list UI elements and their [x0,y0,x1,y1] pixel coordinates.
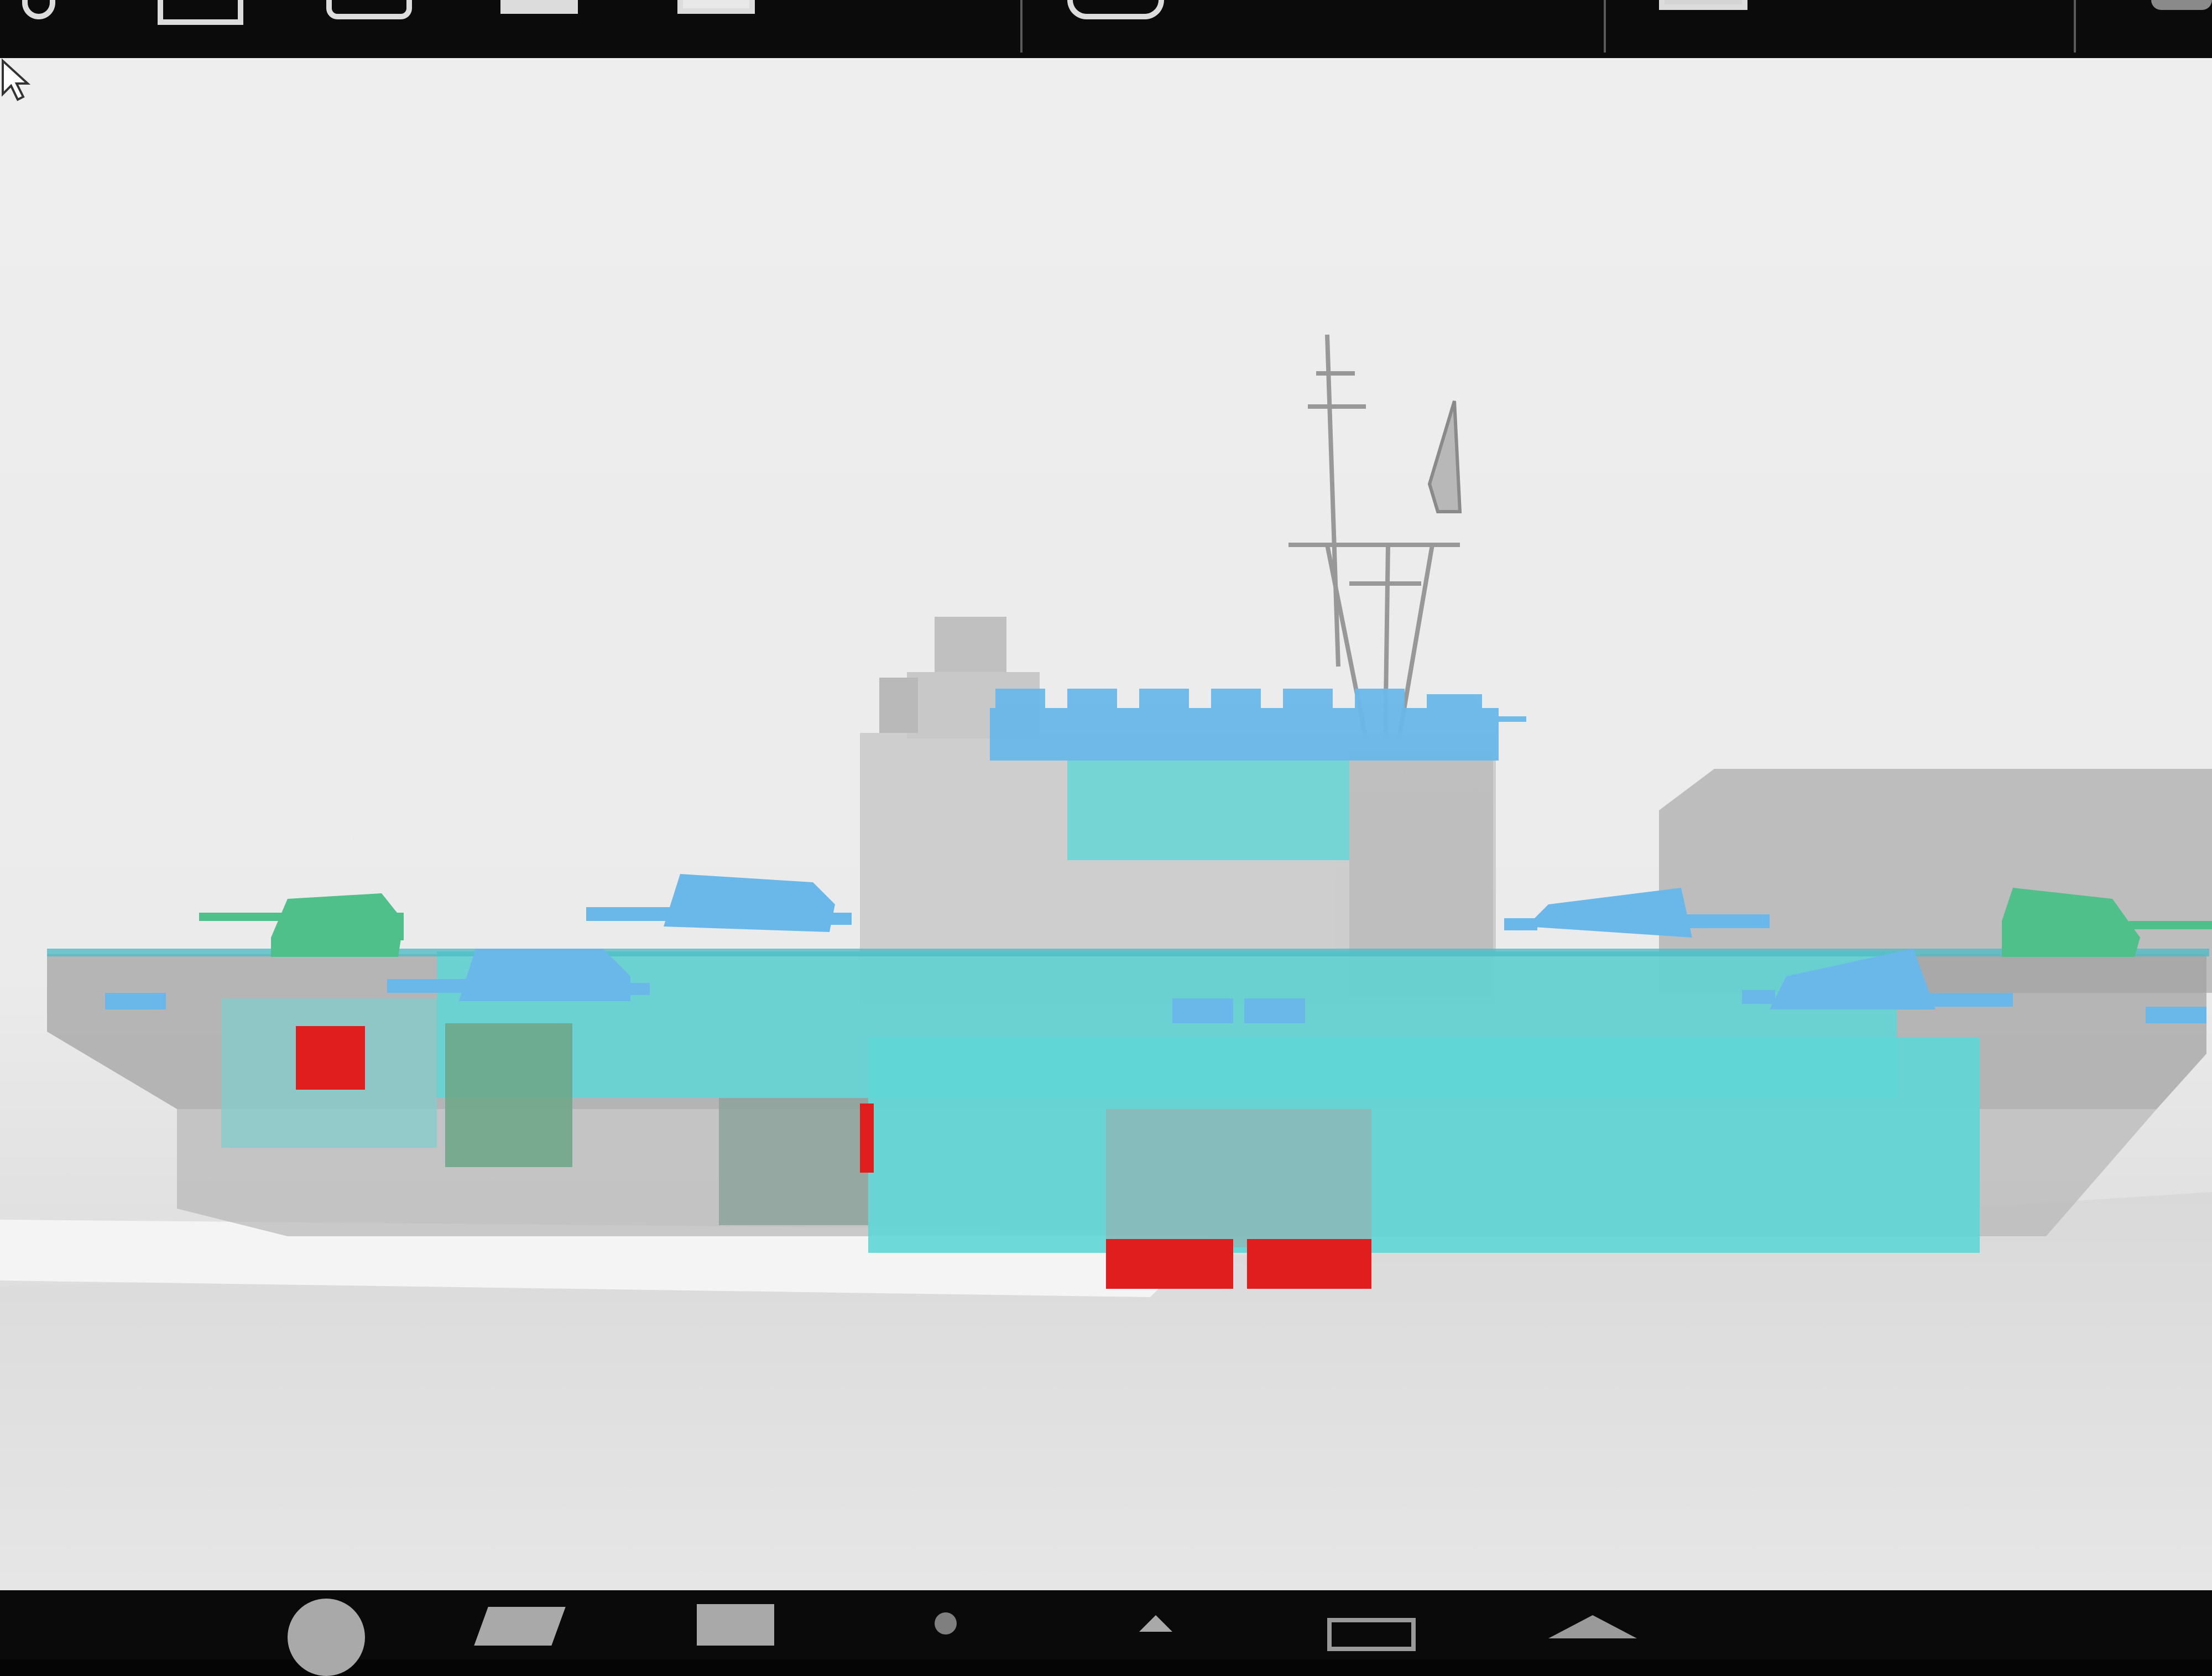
top-toolbar [0,0,2212,58]
red-block [296,1026,365,1090]
measure-icon[interactable] [1659,0,1747,10]
bridge-glass [1067,761,1349,860]
toolbar-separator [2074,0,2076,53]
compartment-grey-2 [1106,1109,1371,1247]
screen-icon[interactable] [697,1604,774,1646]
bottom-toolbar [0,1590,2212,1676]
settings-icon[interactable] [2151,0,2212,10]
layers-stack-icon[interactable] [474,1607,566,1646]
toolbar-separator [1020,0,1022,53]
citadel-lower [868,1037,1980,1253]
red-block [1247,1239,1371,1289]
info-icon[interactable] [288,1599,365,1676]
3d-viewport[interactable] [0,58,2212,1590]
turret-blue-aft-upper [586,874,852,932]
layers-icon[interactable] [1067,0,1164,19]
rotate-icon[interactable] [22,0,55,19]
up-arrow-icon[interactable] [1139,1615,1172,1632]
rectangle-icon[interactable] [1327,1618,1416,1651]
red-block [860,1104,874,1173]
red-block [1106,1239,1233,1289]
split-view-icon[interactable] [158,0,243,25]
mast [1288,334,1460,739]
mouse-cursor-icon [2,58,31,101]
compartment-grey [719,1098,868,1225]
aft-green-turret [199,893,404,957]
compartment-green [445,1023,572,1167]
aa-gun-row [990,689,1526,761]
camera-icon[interactable] [326,0,412,19]
pin-icon[interactable] [935,1612,957,1635]
frame-icon[interactable] [500,0,578,14]
box-icon[interactable] [677,0,755,14]
ship-model-render [0,334,2212,1590]
roof-icon[interactable] [1548,1615,1637,1638]
radar-dish [1427,400,1462,513]
toolbar-separator [1604,0,1606,53]
